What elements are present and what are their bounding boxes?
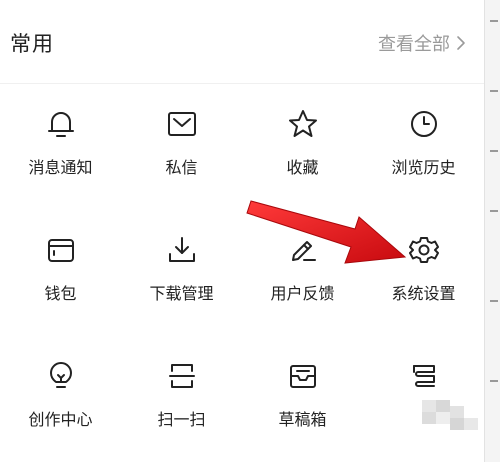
- shortcut-grid: 消息通知 私信 收藏 浏览历史 钱包 下载管理 用户反馈 系统设置 创作中心 扫…: [0, 84, 484, 462]
- section-title: 常用: [10, 32, 54, 56]
- shortcut-favorites[interactable]: 收藏: [242, 84, 363, 210]
- shortcut-label: 扫一扫: [157, 410, 206, 429]
- wallet-icon: [43, 232, 79, 268]
- clock-icon: [406, 106, 442, 142]
- shortcut-label: 用户反馈: [270, 284, 335, 303]
- shortcut-label: 收藏: [286, 158, 319, 177]
- download-icon: [164, 232, 200, 268]
- draft-box-icon: [285, 358, 321, 394]
- chevron-right-icon: [456, 35, 466, 51]
- view-all-link[interactable]: 查看全部: [378, 30, 466, 56]
- side-scroll-strip: [484, 0, 500, 462]
- shortcut-row: 创作中心 扫一扫 草稿箱: [0, 336, 484, 462]
- shortcut-row: 消息通知 私信 收藏 浏览历史: [0, 84, 484, 210]
- pencil-icon: [285, 232, 321, 268]
- shortcut-scan[interactable]: 扫一扫: [121, 336, 242, 462]
- stack-icon: [406, 358, 442, 394]
- shortcut-drafts[interactable]: 草稿箱: [242, 336, 363, 462]
- shortcut-history[interactable]: 浏览历史: [363, 84, 484, 210]
- gear-icon: [406, 232, 442, 268]
- shortcut-label: 消息通知: [28, 158, 93, 177]
- view-all-label: 查看全部: [378, 34, 450, 55]
- shortcut-more[interactable]: [363, 336, 484, 462]
- shortcut-messages[interactable]: 私信: [121, 84, 242, 210]
- shortcut-notifications[interactable]: 消息通知: [0, 84, 121, 210]
- shortcut-settings[interactable]: 系统设置: [363, 210, 484, 336]
- shortcut-label: 钱包: [44, 284, 77, 303]
- bell-icon: [43, 106, 79, 142]
- section-header: 常用 查看全部: [0, 0, 484, 84]
- shortcut-downloads[interactable]: 下载管理: [121, 210, 242, 336]
- shortcut-label: 下载管理: [149, 284, 214, 303]
- shortcut-label: 浏览历史: [391, 158, 456, 177]
- lightbulb-icon: [43, 358, 79, 394]
- scan-icon: [164, 358, 200, 394]
- shortcut-label: 创作中心: [28, 410, 93, 429]
- shortcut-label: 系统设置: [391, 284, 456, 303]
- shortcut-label: 私信: [165, 158, 198, 177]
- shortcut-feedback[interactable]: 用户反馈: [242, 210, 363, 336]
- shortcut-row: 钱包 下载管理 用户反馈 系统设置: [0, 210, 484, 336]
- star-icon: [285, 106, 321, 142]
- common-functions-panel: 常用 查看全部 消息通知 私信 收藏 浏览历史 钱包 下载管理 用户反馈 系统设…: [0, 0, 484, 462]
- shortcut-creator-center[interactable]: 创作中心: [0, 336, 121, 462]
- envelope-icon: [164, 106, 200, 142]
- shortcut-label: 草稿箱: [278, 410, 327, 429]
- shortcut-wallet[interactable]: 钱包: [0, 210, 121, 336]
